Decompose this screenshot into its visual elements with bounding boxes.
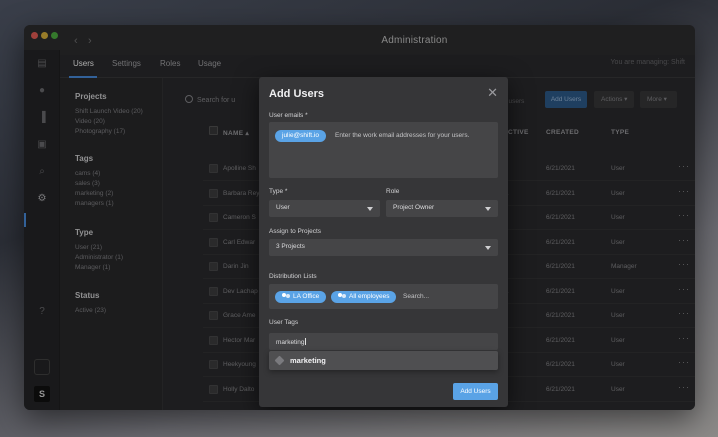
assign-projects-label: Assign to Projects: [269, 228, 322, 235]
type-value: User: [276, 204, 290, 211]
dialog-title: Add Users: [269, 88, 325, 100]
user-tags-label: User Tags: [269, 319, 299, 326]
user-emails-field[interactable]: julie@shift.io Enter the work email addr…: [269, 122, 498, 178]
tag-suggestion[interactable]: marketing: [269, 351, 498, 370]
tag-icon: [274, 355, 285, 366]
role-label: Role: [386, 188, 400, 195]
projects-select[interactable]: 3 Projects: [269, 239, 498, 256]
chip-label: LA Office: [293, 293, 320, 300]
distribution-chip-la-office[interactable]: LA Office: [275, 291, 327, 303]
add-users-dialog: Add Users ✕ User emails * julie@shift.io…: [259, 77, 508, 407]
user-emails-label: User emails *: [269, 112, 308, 119]
distribution-lists-field[interactable]: LA Office All employees Search...: [269, 284, 498, 309]
tags-input-value: marketing: [276, 339, 305, 346]
group-icon: [338, 292, 346, 299]
app-window: ‹ › Administration ▤ ● ▐ ▣ ⌕ ⚙ ? S Users…: [24, 25, 695, 410]
text-cursor: [304, 338, 306, 345]
distribution-chip-all-employees[interactable]: All employees: [331, 291, 397, 303]
chevron-down-icon: [485, 246, 491, 250]
role-select[interactable]: Project Owner: [386, 200, 498, 217]
distribution-lists-label: Distribution Lists: [269, 273, 317, 280]
user-tags-input[interactable]: marketing: [269, 333, 498, 350]
email-chip[interactable]: julie@shift.io: [275, 130, 326, 142]
chevron-down-icon: [485, 207, 491, 211]
distribution-search-input[interactable]: Search...: [403, 293, 429, 300]
projects-value: 3 Projects: [276, 243, 305, 250]
tag-suggestion-label: marketing: [290, 356, 326, 365]
role-value: Project Owner: [393, 204, 435, 211]
email-hint: Enter the work email addresses for your …: [335, 132, 470, 139]
close-icon[interactable]: ✕: [487, 86, 498, 99]
group-icon: [282, 292, 290, 299]
chevron-down-icon: [367, 207, 373, 211]
type-label: Type *: [269, 188, 288, 195]
chip-label: All employees: [349, 293, 390, 300]
add-users-submit-button[interactable]: Add Users: [453, 383, 498, 400]
type-select[interactable]: User: [269, 200, 380, 217]
